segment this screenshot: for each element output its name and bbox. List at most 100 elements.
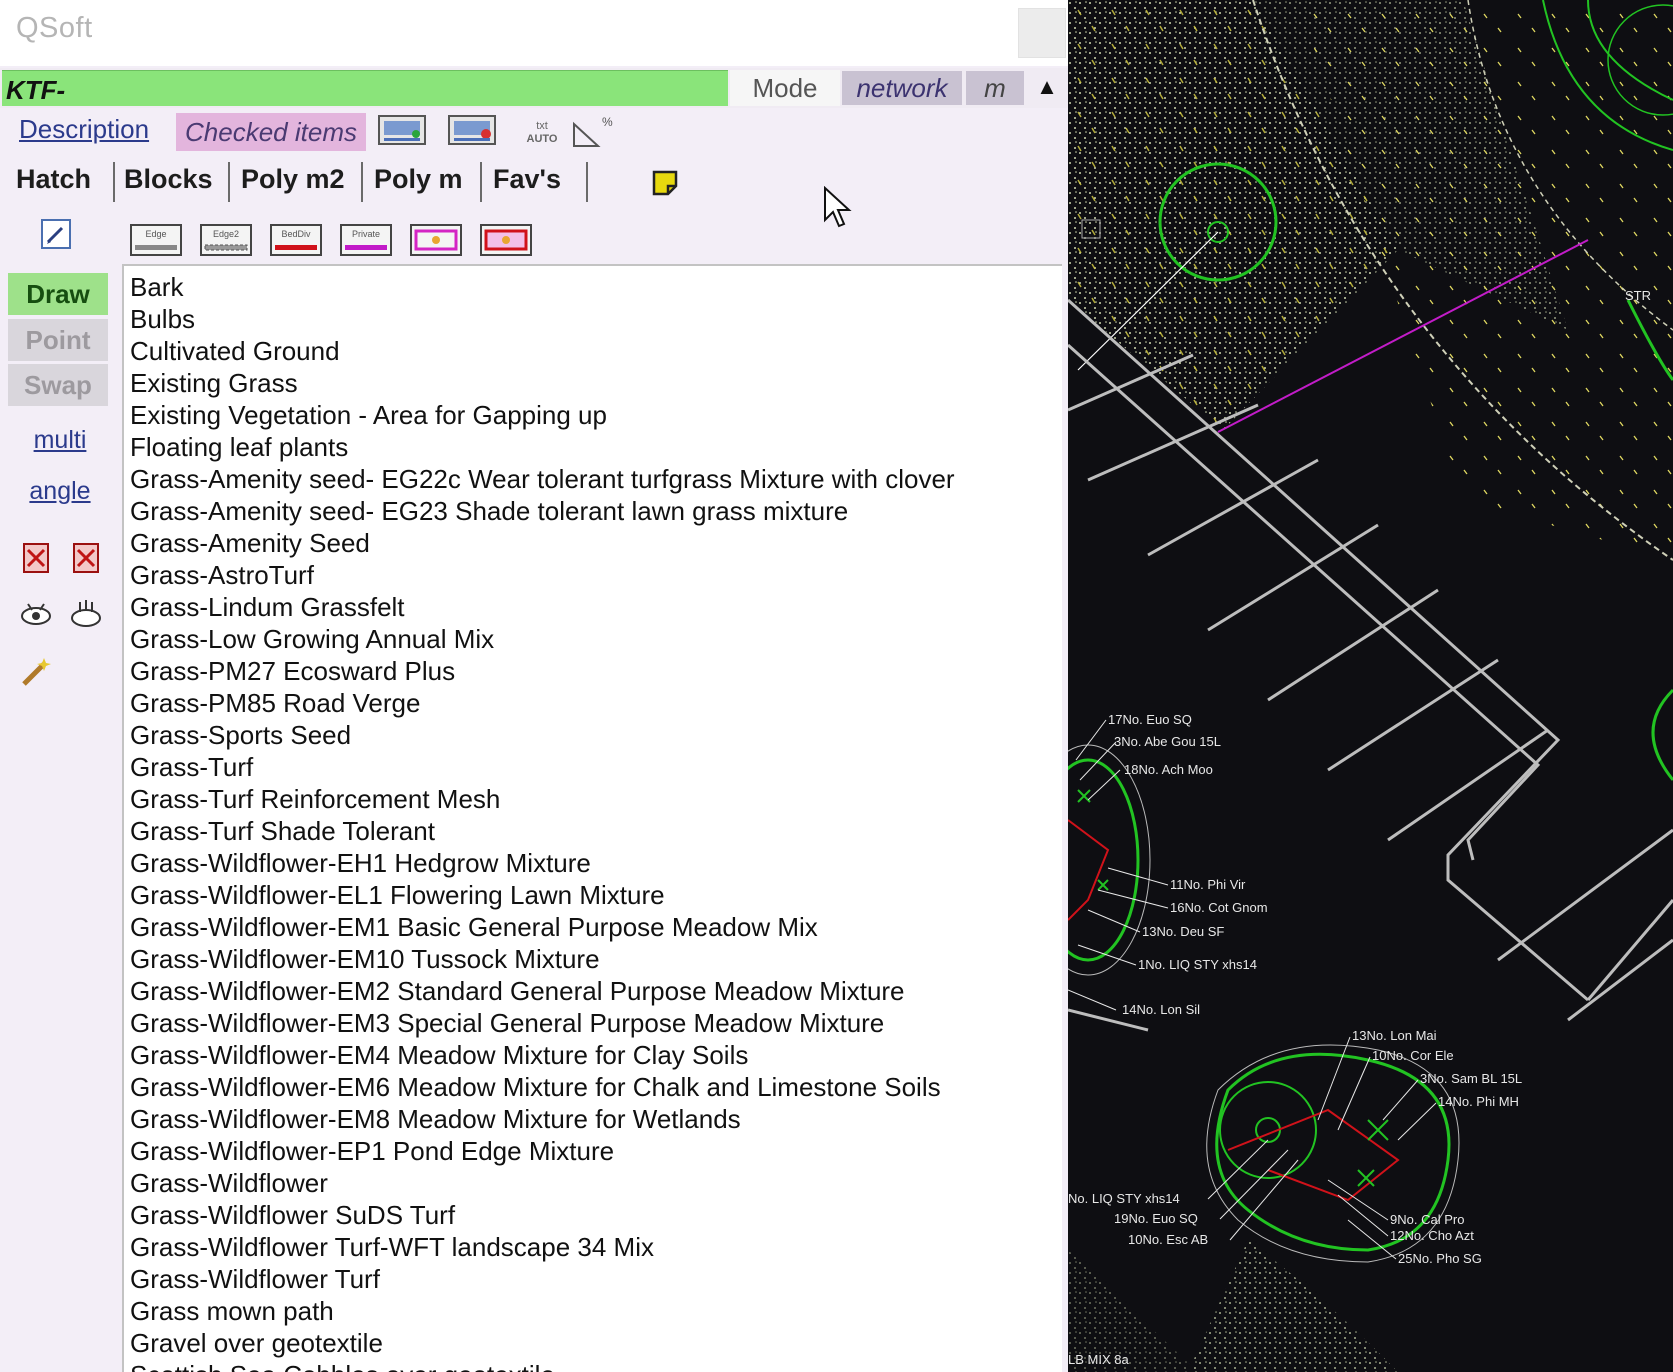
bed-div-button-label: BedDiv	[281, 229, 311, 239]
hatch-list-item[interactable]: Grass-Wildflower-EM4 Meadow Mixture for …	[130, 1039, 955, 1071]
hatch-list-item[interactable]: Grass-Wildflower	[130, 1167, 955, 1199]
hatch-list-item[interactable]: Grass-Amenity Seed	[130, 527, 955, 559]
hatch-list-item[interactable]: Grass-Wildflower Turf	[130, 1263, 955, 1295]
qsoft-palette: QSoft KTF- Mode network m ▲ Description …	[0, 0, 1068, 1372]
pink-region-button[interactable]	[410, 224, 462, 256]
cad-label: LB MIX 8a	[1068, 1352, 1129, 1367]
hatch-list-item[interactable]: Grass-Amenity seed- EG22c Wear tolerant …	[130, 463, 955, 495]
cad-label: 11No. Phi Vir	[1170, 877, 1246, 892]
hatch-list-item[interactable]: Existing Grass	[130, 367, 955, 399]
hatch-list-item[interactable]: Grass-Turf Reinforcement Mesh	[130, 783, 955, 815]
cad-drawing-area[interactable]: STR 17No. Euo SQ 3No. Abe Gou 15L 18No. …	[1068, 0, 1673, 1372]
tab-bar: Hatch Blocks Poly m2 Poly m Fav's	[0, 158, 1068, 208]
hatch-list-item[interactable]: Grass-Turf	[130, 751, 955, 783]
private-button[interactable]: Private	[340, 224, 392, 256]
eye-view-icon[interactable]	[18, 594, 54, 630]
hatch-list-item[interactable]: Grass-Wildflower-EM3 Special General Pur…	[130, 1007, 955, 1039]
hatch-list-item[interactable]: Grass-Lindum Grassfelt	[130, 591, 955, 623]
screen-select-icon[interactable]	[376, 112, 428, 150]
hand-pan-icon[interactable]	[68, 594, 104, 630]
edge-button-label: Edge	[145, 229, 166, 239]
swap-button[interactable]: Swap	[8, 364, 108, 406]
cad-label: 13No. Deu SF	[1142, 924, 1224, 939]
mode-label[interactable]: Mode	[730, 70, 840, 106]
tab-poly-m2[interactable]: Poly m2	[241, 164, 345, 195]
app-title: QSoft	[16, 12, 93, 44]
checked-items-button[interactable]: Checked items	[176, 113, 366, 151]
cad-label: 10No. Esc AB	[1128, 1232, 1208, 1247]
cad-label: 25No. Pho SG	[1398, 1251, 1482, 1266]
tab-blocks[interactable]: Blocks	[124, 164, 213, 195]
bookmark-pin-icon[interactable]	[18, 540, 54, 576]
hatch-list-item[interactable]: Grass-Turf Shade Tolerant	[130, 815, 955, 847]
hatch-list-item[interactable]: Grass-Wildflower-EM10 Tussock Mixture	[130, 943, 955, 975]
cad-label: STR	[1625, 288, 1651, 303]
hatch-list-item[interactable]: Floating leaf plants	[130, 431, 955, 463]
hatch-list-item[interactable]: Grass-Wildflower-EM2 Standard General Pu…	[130, 975, 955, 1007]
hatch-list-item[interactable]: Grass-AstroTurf	[130, 559, 955, 591]
edge-button[interactable]: Edge	[130, 224, 182, 256]
cad-label: 3No. Sam BL 15L	[1420, 1071, 1522, 1086]
cad-label: 14No. Phi MH	[1438, 1094, 1519, 1109]
hatch-list-item[interactable]: Grass-Wildflower-EM6 Meadow Mixture for …	[130, 1071, 955, 1103]
hatch-list-item[interactable]: Gravel over geotextile	[130, 1327, 955, 1359]
hatch-list-item[interactable]: Grass-Sports Seed	[130, 719, 955, 751]
red-region-button[interactable]	[480, 224, 532, 256]
hatch-list-item[interactable]: Grass-Wildflower Turf-WFT landscape 34 M…	[130, 1231, 955, 1263]
hatch-list-item[interactable]: Grass-Wildflower SuDS Turf	[130, 1199, 955, 1231]
hatch-list-item[interactable]: Existing Vegetation - Area for Gapping u…	[130, 399, 955, 431]
cad-label: 10No. Cor Ele	[1372, 1048, 1454, 1063]
tab-divider	[480, 162, 482, 202]
hatch-list-item[interactable]: Grass-Wildflower-EM1 Basic General Purpo…	[130, 911, 955, 943]
screen-remove-icon[interactable]	[446, 112, 498, 150]
tab-poly-m[interactable]: Poly m	[374, 164, 463, 195]
hatch-list-item[interactable]: Grass mown path	[130, 1295, 955, 1327]
cad-label: 18No. Ach Moo	[1124, 762, 1213, 777]
description-link[interactable]: Description	[19, 114, 149, 145]
angle-link[interactable]: angle	[0, 477, 120, 506]
hatch-list-item[interactable]: Grass-PM27 Ecosward Plus	[130, 655, 955, 687]
collapse-up-arrow-icon[interactable]: ▲	[1034, 74, 1060, 100]
hatch-list-item[interactable]: Grass-Wildflower-EM8 Meadow Mixture for …	[130, 1103, 955, 1135]
magic-wand-icon[interactable]	[18, 654, 54, 690]
cad-label: 16No. Cot Gnom	[1170, 900, 1268, 915]
hatch-list-item[interactable]: Grass-Amenity seed- EG23 Shade tolerant …	[130, 495, 955, 527]
bed-div-button[interactable]: BedDiv	[270, 224, 322, 256]
hatch-list-item[interactable]: Grass-Wildflower-EL1 Flowering Lawn Mixt…	[130, 879, 955, 911]
hatch-list-item[interactable]: Grass-PM85 Road Verge	[130, 687, 955, 719]
svg-text:txt: txt	[536, 120, 548, 132]
edge2-button[interactable]: Edge2	[200, 224, 252, 256]
title-bar-button[interactable]	[1018, 8, 1066, 58]
hatch-list-item[interactable]: Cultivated Ground	[130, 335, 955, 367]
bookmark-pin-alt-icon[interactable]	[68, 540, 104, 576]
sticky-note-icon[interactable]	[650, 168, 680, 196]
tab-hatch[interactable]: Hatch	[16, 164, 91, 195]
tab-favs[interactable]: Fav's	[493, 164, 561, 195]
slope-percent-icon[interactable]: %	[568, 112, 620, 150]
edit-hatch-icon[interactable]	[38, 216, 74, 252]
hatch-list-item[interactable]: Bulbs	[130, 303, 955, 335]
top-toolbar: Description Checked items txt AUTO %	[0, 108, 1068, 158]
point-button[interactable]: Point	[8, 319, 108, 361]
unit-m-button[interactable]: m	[966, 71, 1024, 105]
network-button[interactable]: network	[842, 71, 962, 105]
hatch-list-item[interactable]: Grass-Wildflower-EH1 Hedgrow Mixture	[130, 847, 955, 879]
cad-label: 13No. Lon Mai	[1352, 1028, 1437, 1043]
mode-bar: KTF- Mode network m ▲	[0, 68, 1068, 108]
tab-divider	[361, 162, 363, 202]
hatch-list-item[interactable]: Bark	[130, 271, 955, 303]
hatch-pattern-list[interactable]: Bark Bulbs Cultivated Ground Existing Grass…	[122, 264, 1062, 1372]
cad-label: 19No. Euo SQ	[1114, 1211, 1198, 1226]
title-bar: QSoft	[0, 0, 1068, 66]
draw-button[interactable]: Draw	[8, 273, 108, 315]
hatch-list-item[interactable]: Scottish Sea Cobbles over geotextile	[130, 1359, 955, 1372]
multi-link[interactable]: multi	[0, 426, 120, 455]
ktf-field[interactable]: KTF-	[2, 70, 728, 106]
cad-label: 1No. LIQ STY xhs14	[1138, 957, 1257, 972]
text-auto-icon[interactable]: txt AUTO	[516, 112, 568, 150]
hatch-list-item[interactable]: Grass-Wildflower-EP1 Pond Edge Mixture	[130, 1135, 955, 1167]
tab-divider	[113, 162, 115, 202]
cad-label: 9No. Cal Pro	[1390, 1212, 1464, 1227]
hatch-tool-row: Edge Edge2 BedDiv Private	[0, 212, 1068, 264]
hatch-list-item[interactable]: Grass-Low Growing Annual Mix	[130, 623, 955, 655]
